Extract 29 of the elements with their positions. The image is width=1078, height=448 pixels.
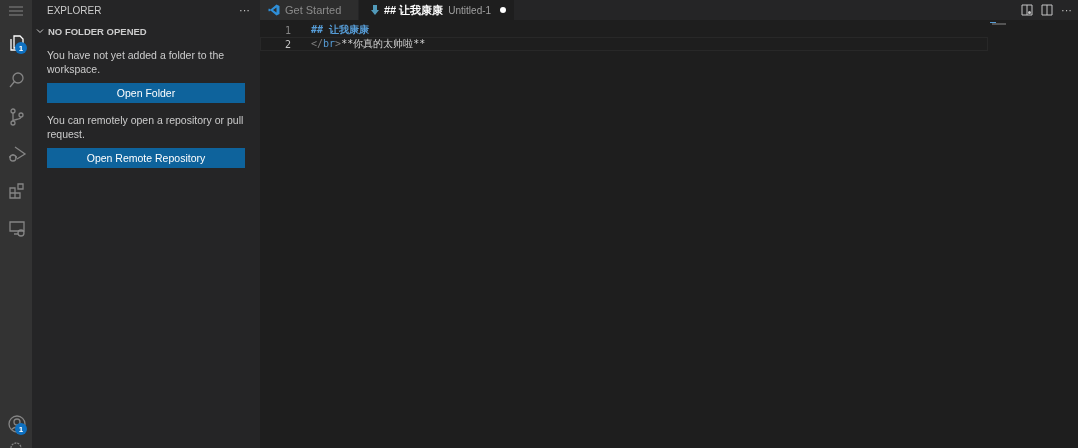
line-number: 2 [283,38,291,50]
split-editor-icon[interactable] [1041,4,1053,16]
action-button[interactable]: Open Remote Repository [47,148,245,168]
notification-badge: 1 [15,42,27,54]
down-arrow-icon [371,5,379,15]
ribbon-logo-icon [268,4,280,16]
info-text: You have not yet added a folder to the workspace. [47,48,226,76]
info-text: You can remotely open a repository or pull request. [47,113,245,141]
editor-tab[interactable]: Get Started [260,0,359,20]
minimap-drawing [990,22,1006,25]
preview-icon[interactable] [1021,4,1033,16]
settings-icon[interactable] [8,442,24,448]
extensions-icon[interactable] [7,180,27,201]
search-icon[interactable] [7,69,27,90]
menu-icon[interactable] [9,6,23,16]
code-line: </br>**你真的太帅啦** [311,37,426,51]
chevron-icon[interactable] [36,27,44,35]
files-icon[interactable] [7,32,27,53]
more-actions-button[interactable]: ··· [1061,4,1072,16]
code-line: ## 让我康康 [311,23,370,37]
sidebar-title: EXPLORER [47,4,102,16]
line-number: 1 [283,24,291,36]
more-actions-button[interactable]: ··· [239,4,250,16]
section-title[interactable]: NO FOLDER OPENED [48,25,147,37]
source-control-icon[interactable] [7,106,27,127]
notification-badge: 1 [15,423,27,435]
unsaved-dot-icon[interactable] [500,7,507,13]
action-button[interactable]: Open Folder [47,83,245,103]
editor-tab[interactable]: ## 让我康康 Untitled-1 [359,0,516,20]
